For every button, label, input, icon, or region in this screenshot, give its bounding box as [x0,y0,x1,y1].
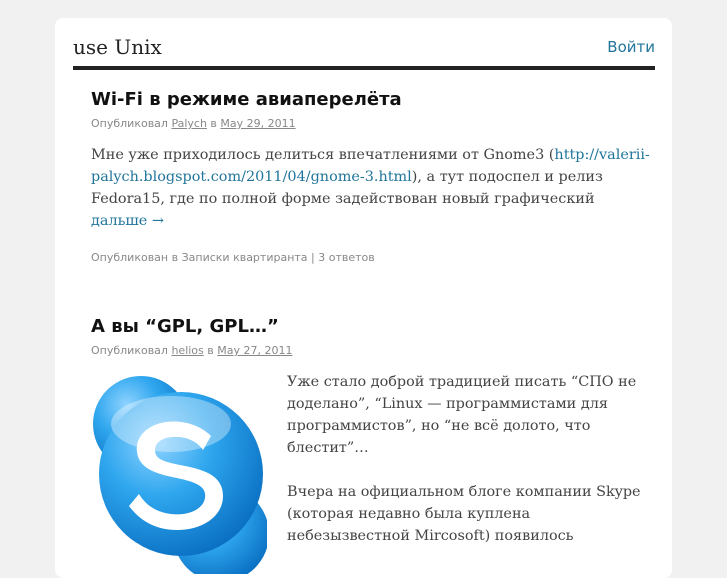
date-link[interactable]: May 29, 2011 [220,117,295,130]
by-label: Опубликовал [91,344,168,357]
excerpt-text: Мне уже приходилось делиться впечатления… [91,147,555,163]
posted-in-label: Опубликован в [91,251,179,264]
comments-link[interactable]: 3 ответов [318,251,375,264]
in-label: в [207,344,214,357]
category-link[interactable]: Записки квартиранта [182,251,308,264]
site-header: use Unix Войти [73,35,655,69]
content-area: use Unix Войти Wi-Fi в режиме авиаперелё… [55,18,672,578]
read-more-link[interactable]: дальше → [91,213,164,229]
post-meta: Опубликовал Palych в May 29, 2011 [91,117,651,131]
date-link[interactable]: May 27, 2011 [217,344,292,357]
excerpt-paragraph: Вчера на официальном блоге компании Skyp… [287,484,641,544]
post-excerpt: Мне уже приходилось делиться впечатления… [91,144,651,232]
in-label: в [210,117,217,130]
post-footer: Опубликован в Записки квартиранта | 3 от… [91,251,651,264]
excerpt-paragraph: Уже стало доброй традицией писать “СПО н… [287,374,637,456]
skype-logo-image [93,376,267,574]
post-title-link[interactable]: Wi-Fi в режиме авиаперелёта [91,88,651,112]
post-meta: Опубликовал helios в May 27, 2011 [91,344,651,358]
author-link[interactable]: Palych [171,117,206,130]
footer-separator: | [311,251,315,264]
author-link[interactable]: helios [171,344,203,357]
site-title-link[interactable]: use Unix [73,35,162,59]
by-label: Опубликовал [91,117,168,130]
header-divider [73,66,655,70]
post-excerpt: Уже стало доброй традицией писать “СПО н… [287,371,647,547]
post-title-link[interactable]: А вы “GPL, GPL…” [91,315,651,339]
post-gpl: А вы “GPL, GPL…” Опубликовал helios в Ma… [91,315,651,358]
post-wifi: Wi-Fi в режиме авиаперелёта Опубликовал … [91,88,651,264]
login-link[interactable]: Войти [607,38,655,56]
